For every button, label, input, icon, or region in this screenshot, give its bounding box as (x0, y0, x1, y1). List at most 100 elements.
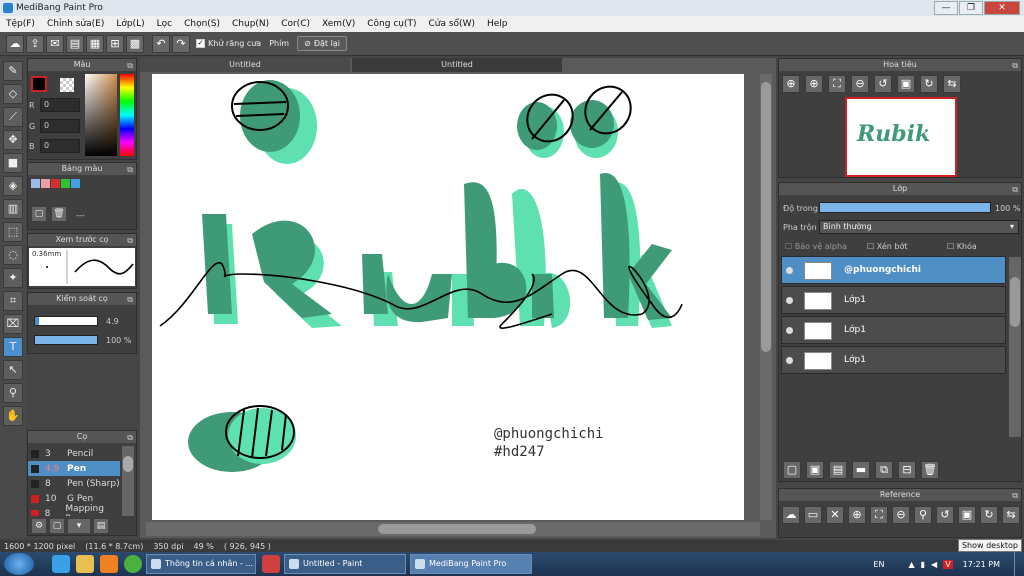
size-slider[interactable] (34, 316, 98, 326)
new-palette-icon[interactable]: ▢ (32, 207, 46, 221)
reset-view-icon[interactable]: ▣ (897, 75, 915, 93)
eye-icon[interactable] (786, 357, 793, 364)
trash-icon[interactable]: 🗑 (52, 207, 66, 221)
chat-icon[interactable]: ✉ (46, 34, 64, 53)
task-paint[interactable]: Untitled - Paint (284, 554, 406, 574)
media-player-icon[interactable] (100, 555, 118, 573)
flip-icon[interactable]: ⇆ (943, 75, 961, 93)
protect-alpha-option[interactable]: ☐ Bảo vệ alpha (785, 242, 847, 251)
layer-scrollbar[interactable] (1009, 257, 1021, 437)
palette-swatch[interactable] (31, 179, 40, 188)
palette-swatch[interactable] (51, 179, 60, 188)
tab-untitled-2[interactable]: Untitled (352, 58, 562, 72)
foreground-color-swatch[interactable] (31, 76, 47, 92)
export-icon[interactable]: ⇪ (26, 34, 44, 53)
magic-wand-icon[interactable]: ✦ (3, 268, 23, 288)
brush-scrollbar[interactable] (122, 446, 134, 516)
task-medibang[interactable]: MediBang Paint Pro (410, 554, 532, 574)
brush-item[interactable]: 8 Mapping Pen (28, 504, 120, 516)
antialias-checkbox[interactable]: ✓ (196, 39, 205, 48)
layer-row[interactable]: Lớp1 (781, 346, 1006, 374)
add-brush-icon[interactable]: ⚙ (32, 519, 46, 533)
move-tool-icon[interactable]: ✥ (3, 130, 23, 150)
undo-icon[interactable]: ↶ (152, 34, 170, 53)
menu-window[interactable]: Cửa sổ(W) (423, 19, 481, 29)
duplicate-layer-icon[interactable]: ⧉ (875, 461, 893, 479)
canvas-vertical-scrollbar[interactable] (760, 74, 772, 520)
popout-icon[interactable]: ⧉ (1012, 60, 1018, 72)
antialias-option[interactable]: ✓ Khử răng cưa (196, 39, 261, 48)
new-layer-8bit-icon[interactable]: ▤ (829, 461, 847, 479)
ref-rotate-right-icon[interactable]: ↻ (980, 506, 998, 524)
popout-icon[interactable]: ⧉ (1012, 184, 1018, 196)
lock-option[interactable]: ☐ Khóa (947, 242, 977, 251)
select-rect-icon[interactable]: ⬚ (3, 222, 23, 242)
cloud-icon[interactable]: ☁ (6, 34, 24, 53)
close-button[interactable]: ✕ (984, 1, 1020, 15)
task-chrome[interactable]: Thông tin cá nhân - ... (146, 554, 256, 574)
drawing-canvas[interactable]: @phuongchichi #hd247 (152, 74, 744, 520)
brush-item[interactable]: 3 Pencil (28, 446, 120, 461)
show-desktop-button[interactable] (1014, 552, 1024, 576)
menu-view[interactable]: Xem(V) (316, 19, 361, 29)
brush-menu-icon[interactable]: ▾ (68, 519, 90, 533)
reset-button[interactable]: ⊘ Đặt lại (297, 36, 347, 51)
background-color-swatch[interactable] (60, 78, 74, 92)
menu-tools[interactable]: Công cụ(T) (361, 19, 422, 29)
b-field[interactable]: 0 (40, 139, 80, 153)
folder-icon[interactable] (76, 555, 94, 573)
hue-slider[interactable] (120, 74, 134, 156)
r-field[interactable]: 0 (40, 98, 80, 112)
palette-swatch[interactable] (41, 179, 50, 188)
clock[interactable]: 17:21 PM (963, 560, 1000, 569)
layer-opacity-slider[interactable] (819, 202, 991, 213)
menu-cor[interactable]: Cor(C) (275, 19, 316, 29)
menu-select[interactable]: Chọn(S) (178, 19, 226, 29)
lasso-tool-icon[interactable]: ◌ (3, 245, 23, 265)
gradient-tool-icon[interactable]: ▥ (3, 199, 23, 219)
eye-icon[interactable] (786, 267, 793, 274)
operation-tool-icon[interactable]: ↖ (3, 360, 23, 380)
brush-settings-icon[interactable]: ▤ (94, 519, 108, 533)
menu-layer[interactable]: Lớp(L) (110, 19, 150, 29)
app-icon[interactable] (262, 555, 280, 573)
brush-item[interactable]: 8 Pen (Sharp) (28, 476, 120, 491)
ie-icon[interactable] (52, 555, 70, 573)
zoom-in-icon[interactable]: ⊕ (782, 75, 800, 93)
eye-icon[interactable] (786, 327, 793, 334)
opacity-slider[interactable] (34, 335, 98, 345)
menu-snap[interactable]: Chụp(N) (226, 19, 275, 29)
blend-mode-select[interactable]: Bình thường ▾ (819, 220, 1019, 234)
maximize-button[interactable]: ❐ (959, 1, 983, 15)
brush-item[interactable]: 4.9 Pen (28, 461, 120, 476)
zoom-fit-icon[interactable]: ⊕ (805, 75, 823, 93)
volume-icon[interactable]: ◀ (931, 560, 937, 569)
tray-app-icon[interactable]: V (943, 559, 953, 569)
canvas-horizontal-scrollbar[interactable] (146, 522, 760, 536)
brush-tool-icon[interactable]: ✎ (3, 61, 23, 81)
navigator-thumbnail[interactable]: Rubik (845, 97, 957, 177)
fill-tool-icon[interactable]: ◈ (3, 176, 23, 196)
zoom-out-icon[interactable]: ⊖ (851, 75, 869, 93)
ref-open-icon[interactable]: ▭ (804, 506, 822, 524)
page-icon[interactable]: ▦ (86, 34, 104, 53)
comment-icon[interactable]: ▤ (66, 34, 84, 53)
start-button[interactable] (4, 553, 34, 575)
palette-swatch[interactable] (71, 179, 80, 188)
popout-icon[interactable]: ⧉ (1012, 490, 1018, 502)
merge-layer-icon[interactable]: ⊟ (898, 461, 916, 479)
ref-rotate-left-icon[interactable]: ↺ (936, 506, 954, 524)
ref-eyedropper-icon[interactable]: ⚲ (914, 506, 932, 524)
delete-layer-icon[interactable]: 🗑 (921, 461, 939, 479)
layer-row[interactable]: Lớp1 (781, 316, 1006, 344)
ref-zoom-in-icon[interactable]: ⊕ (848, 506, 866, 524)
popout-icon[interactable]: ⧉ (127, 235, 133, 247)
saturation-square[interactable] (85, 74, 117, 156)
chrome-icon[interactable] (124, 555, 142, 573)
select-eraser-icon[interactable]: ⌧ (3, 314, 23, 334)
popout-icon[interactable]: ⧉ (127, 432, 133, 444)
tab-untitled-1[interactable]: Untitled (140, 58, 350, 72)
layer-row[interactable]: Lớp1 (781, 286, 1006, 314)
shape-tool-icon[interactable]: ■ (3, 153, 23, 173)
tile-icon[interactable]: ▩ (126, 34, 144, 53)
